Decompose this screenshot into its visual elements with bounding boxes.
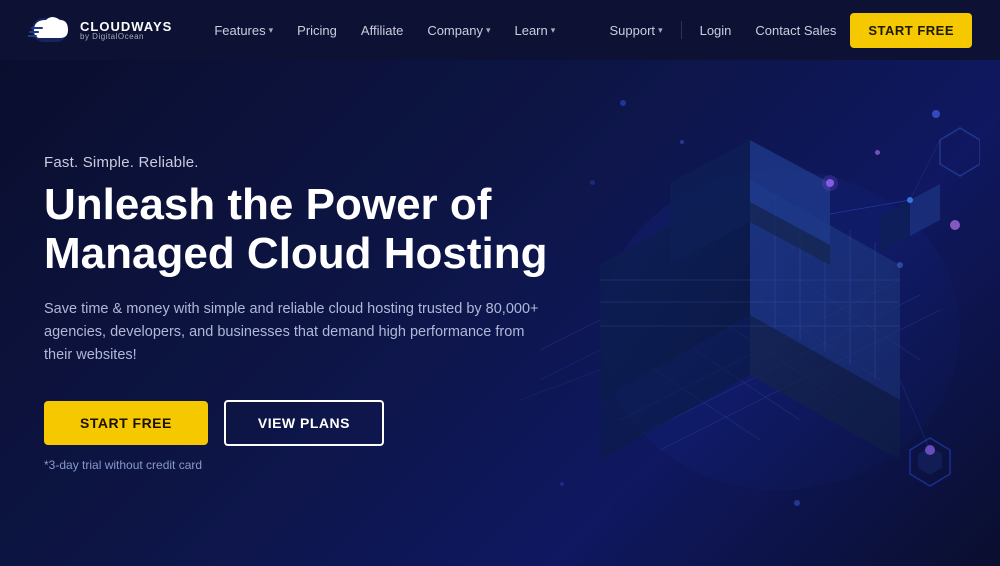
navbar: CLOUDWAYS by DigitalOcean Features ▾ Pri… — [0, 0, 1000, 60]
nav-item-pricing[interactable]: Pricing — [287, 15, 347, 46]
hero-section: Fast. Simple. Reliable. Unleash the Powe… — [0, 60, 1000, 566]
cta-row: START FREE VIEW PLANS — [44, 400, 548, 446]
chevron-down-icon: ▾ — [486, 25, 491, 36]
chevron-down-icon: ▾ — [658, 25, 663, 36]
hero-start-free-button[interactable]: START FREE — [44, 401, 208, 445]
logo-sub: by DigitalOcean — [80, 33, 172, 41]
logo-brand: CLOUDWAYS — [80, 20, 172, 33]
nav-item-affiliate[interactable]: Affiliate — [351, 15, 413, 46]
nav-login[interactable]: Login — [690, 15, 742, 46]
nav-contact[interactable]: Contact Sales — [745, 15, 846, 46]
hero-content: Fast. Simple. Reliable. Unleash the Powe… — [0, 154, 548, 471]
chevron-down-icon: ▾ — [551, 25, 556, 36]
hero-headline-line1: Unleash the Power of — [44, 180, 491, 229]
nav-left: Features ▾ Pricing Affiliate Company ▾ L… — [204, 15, 599, 46]
nav-right: Support ▾ Login Contact Sales START FREE — [600, 13, 972, 48]
logo-text: CLOUDWAYS by DigitalOcean — [80, 20, 172, 41]
hero-description: Save time & money with simple and reliab… — [44, 298, 544, 368]
logo[interactable]: CLOUDWAYS by DigitalOcean — [28, 12, 172, 48]
hero-isometric-graphic — [520, 80, 980, 540]
hero-headline-line2: Managed Cloud Hosting — [44, 229, 548, 278]
chevron-down-icon: ▾ — [269, 25, 274, 36]
hero-headline: Unleash the Power of Managed Cloud Hosti… — [44, 181, 548, 278]
hero-tagline: Fast. Simple. Reliable. — [44, 154, 548, 171]
logo-icon — [28, 12, 72, 48]
nav-item-company[interactable]: Company ▾ — [417, 15, 500, 46]
trial-note: *3-day trial without credit card — [44, 458, 548, 472]
nav-item-learn[interactable]: Learn ▾ — [504, 15, 565, 46]
nav-start-free-button[interactable]: START FREE — [850, 13, 972, 48]
hero-view-plans-button[interactable]: VIEW PLANS — [224, 400, 384, 446]
nav-item-features[interactable]: Features ▾ — [204, 15, 283, 46]
nav-support[interactable]: Support ▾ — [600, 15, 673, 46]
nav-divider — [681, 21, 682, 39]
